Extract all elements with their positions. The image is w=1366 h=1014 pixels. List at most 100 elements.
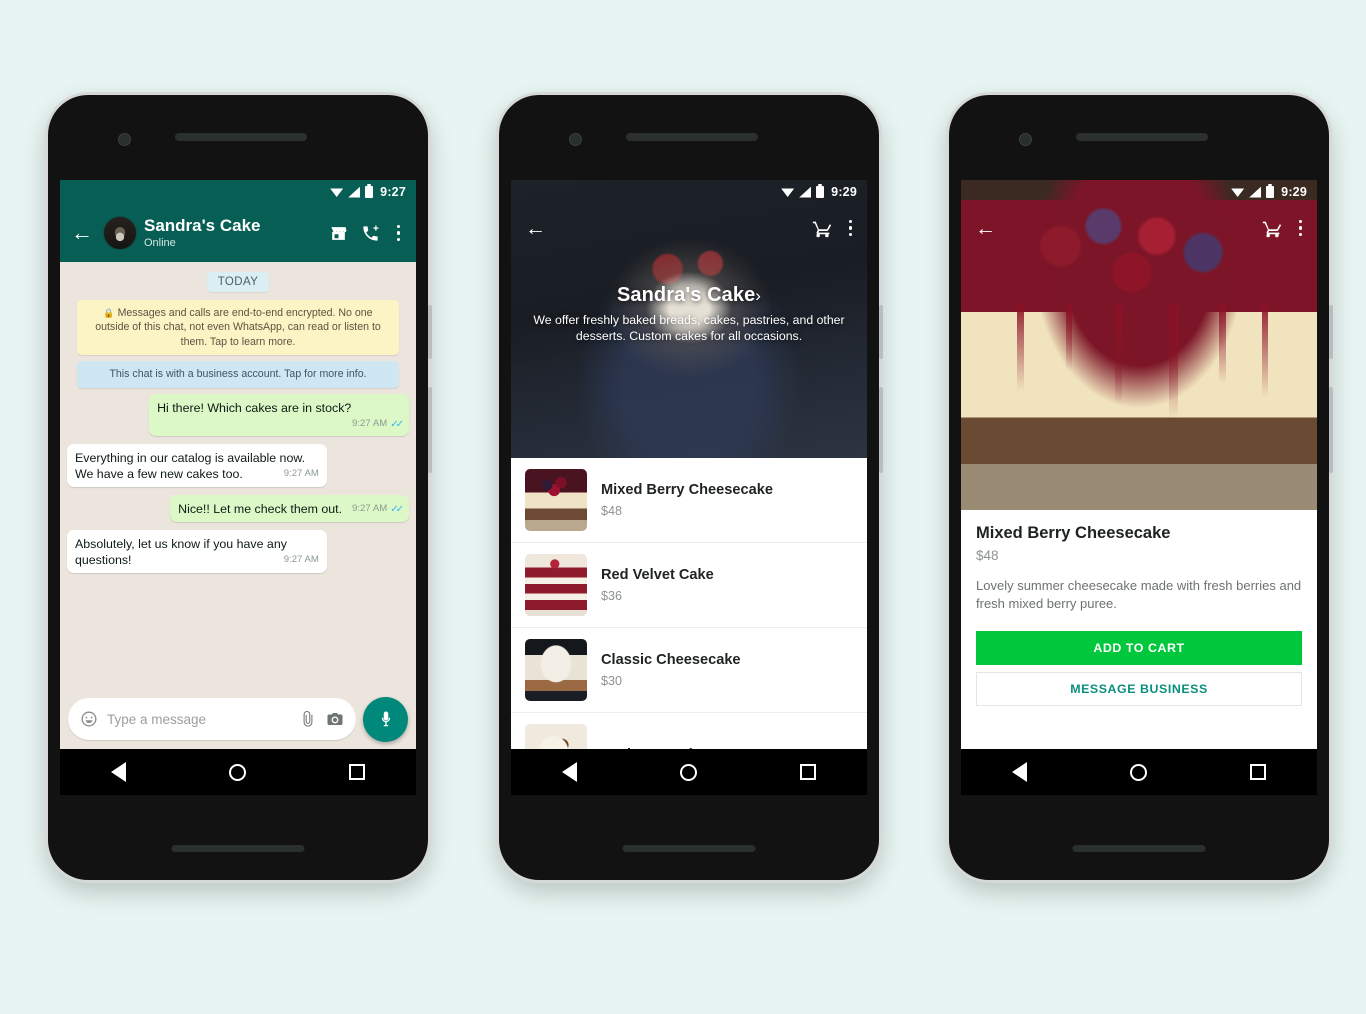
product-description: Lovely summer cheesecake made with fresh…: [976, 578, 1302, 611]
battery-icon: [365, 184, 374, 198]
chat-screen: 9:27 ← Sandra's Cake Online TODAY 🔒 Mess…: [60, 180, 416, 795]
volume-button[interactable]: [1329, 387, 1333, 473]
add-to-cart-button[interactable]: ADD TO CART: [976, 630, 1302, 665]
call-add-icon[interactable]: [361, 224, 380, 243]
product-name: Red Velvet Cake: [601, 567, 714, 583]
message-meta: 9:27 AM: [284, 554, 319, 566]
camera-icon[interactable]: [326, 710, 344, 728]
list-item[interactable]: Classic Cheesecake $30: [511, 628, 867, 713]
message-bubble-outgoing[interactable]: Nice!! Let me check them out. 9:27 AM ✓✓: [170, 495, 409, 523]
status-bar: 9:27: [60, 180, 416, 204]
status-clock: 9:29: [831, 185, 857, 199]
home-nav-icon[interactable]: [1129, 763, 1147, 781]
product-info: Red Velvet Cake $36: [601, 567, 853, 603]
recents-nav-icon[interactable]: [348, 764, 365, 780]
message-time: 9:27 AM: [283, 554, 319, 566]
product-screen: 9:29 ← Mixed Berry Cheesecake $48 Lovely…: [961, 180, 1317, 795]
volume-button[interactable]: [879, 387, 883, 473]
encryption-notice[interactable]: 🔒 Messages and calls are end-to-end encr…: [77, 300, 399, 356]
message-text: Hi there! Which cakes are in stock?: [157, 400, 352, 415]
android-nav-bar: [60, 749, 416, 795]
business-account-notice[interactable]: This chat is with a business account. Ta…: [77, 361, 399, 388]
message-text: Nice!! Let me check them out.: [178, 502, 343, 516]
power-button[interactable]: [428, 305, 432, 359]
home-nav-icon[interactable]: [228, 763, 246, 781]
catalog-business-header[interactable]: Sandra's Cake› We offer freshly baked br…: [511, 284, 867, 345]
message-bubble-outgoing[interactable]: Hi there! Which cakes are in stock? 9:27…: [149, 393, 409, 436]
contact-name: Sandra's Cake: [144, 216, 261, 236]
message-bubble-incoming[interactable]: Absolutely, let us know if you have any …: [67, 530, 327, 574]
storefront-icon[interactable]: [329, 224, 348, 243]
phone-product: 9:29 ← Mixed Berry Cheesecake $48 Lovely…: [949, 95, 1333, 880]
overflow-menu-icon[interactable]: [845, 219, 856, 237]
cart-icon[interactable]: [1262, 218, 1283, 239]
phone-chat: 9:27 ← Sandra's Cake Online TODAY 🔒 Mess…: [48, 95, 432, 880]
back-button[interactable]: ←: [972, 218, 999, 239]
earpiece-speaker: [175, 133, 307, 141]
screenshot-stage: 9:27 ← Sandra's Cake Online TODAY 🔒 Mess…: [0, 0, 1366, 1014]
chevron-right-icon: ›: [755, 286, 762, 305]
chat-message-list[interactable]: TODAY 🔒 Messages and calls are end-to-en…: [60, 262, 416, 749]
catalog-screen: 9:29 ← Sandra's Cake› We offer freshly b…: [511, 180, 867, 795]
overflow-menu-icon[interactable]: [1295, 219, 1306, 237]
bottom-speaker: [622, 845, 756, 852]
signal-icon: [348, 186, 361, 198]
message-row: Everything in our catalog is available n…: [67, 443, 409, 487]
wifi-icon: [1231, 188, 1245, 197]
emoji-icon[interactable]: [80, 710, 98, 728]
home-nav-icon[interactable]: [679, 763, 697, 781]
battery-icon: [1266, 184, 1275, 198]
product-thumbnail: [525, 639, 587, 701]
catalog-product-list[interactable]: Mixed Berry Cheesecake $48 Red Velvet Ca…: [511, 458, 867, 749]
message-text: Absolutely, let us know if you have any …: [75, 537, 287, 568]
hero-sauce-drips: [961, 305, 1317, 425]
read-receipt-icon: ✓✓: [390, 504, 404, 515]
cart-icon[interactable]: [812, 218, 833, 239]
earpiece-speaker: [626, 133, 758, 141]
volume-button[interactable]: [428, 387, 432, 473]
signal-icon: [799, 186, 812, 198]
earpiece-speaker: [1076, 133, 1208, 141]
list-item[interactable]: Red Velvet Cake $36: [511, 543, 867, 628]
list-item[interactable]: Meringue Cake: [511, 713, 867, 749]
product-detail-card: Mixed Berry Cheesecake $48 Lovely summer…: [961, 510, 1317, 749]
chat-header: ← Sandra's Cake Online: [60, 204, 416, 262]
recents-nav-icon[interactable]: [799, 764, 816, 780]
message-bubble-incoming[interactable]: Everything in our catalog is available n…: [67, 443, 327, 487]
microphone-icon: [381, 711, 390, 727]
recents-nav-icon[interactable]: [1249, 764, 1266, 780]
status-clock: 9:27: [380, 185, 406, 199]
message-time: 9:27 AM: [352, 418, 388, 430]
contact-info[interactable]: Sandra's Cake Online: [144, 216, 322, 249]
attachment-icon[interactable]: [299, 710, 317, 728]
power-button[interactable]: [879, 305, 883, 359]
bottom-speaker: [171, 845, 305, 852]
back-nav-icon[interactable]: [562, 762, 578, 782]
back-nav-icon[interactable]: [111, 762, 127, 782]
message-composer: Type a message: [60, 689, 416, 749]
bottom-speaker: [1072, 845, 1206, 852]
overflow-menu-icon[interactable]: [393, 224, 404, 242]
back-button[interactable]: ←: [522, 218, 549, 239]
android-nav-bar: [961, 749, 1317, 795]
back-nav-icon[interactable]: [1012, 762, 1028, 782]
search-input[interactable]: Type a message: [107, 712, 290, 727]
avatar[interactable]: [103, 216, 137, 250]
back-button[interactable]: ←: [68, 222, 96, 244]
message-business-button[interactable]: MESSAGE BUSINESS: [976, 671, 1302, 706]
product-name: Classic Cheesecake: [601, 652, 741, 668]
product-price: $48: [976, 548, 999, 563]
message-row: Absolutely, let us know if you have any …: [67, 530, 409, 574]
product-hero-image: 9:29 ←: [961, 180, 1317, 510]
status-bar: 9:29: [961, 180, 1317, 204]
list-item[interactable]: Mixed Berry Cheesecake $48: [511, 458, 867, 543]
voice-record-button[interactable]: [363, 696, 408, 742]
lock-icon: 🔒: [103, 308, 115, 318]
message-text: Everything in our catalog is available n…: [75, 450, 306, 481]
android-nav-bar: [511, 749, 867, 795]
status-bar: 9:29: [511, 180, 867, 204]
power-button[interactable]: [1329, 305, 1333, 359]
message-row: Nice!! Let me check them out. 9:27 AM ✓✓: [67, 495, 409, 523]
message-input-pill[interactable]: Type a message: [68, 698, 356, 740]
signal-icon: [1249, 186, 1262, 198]
